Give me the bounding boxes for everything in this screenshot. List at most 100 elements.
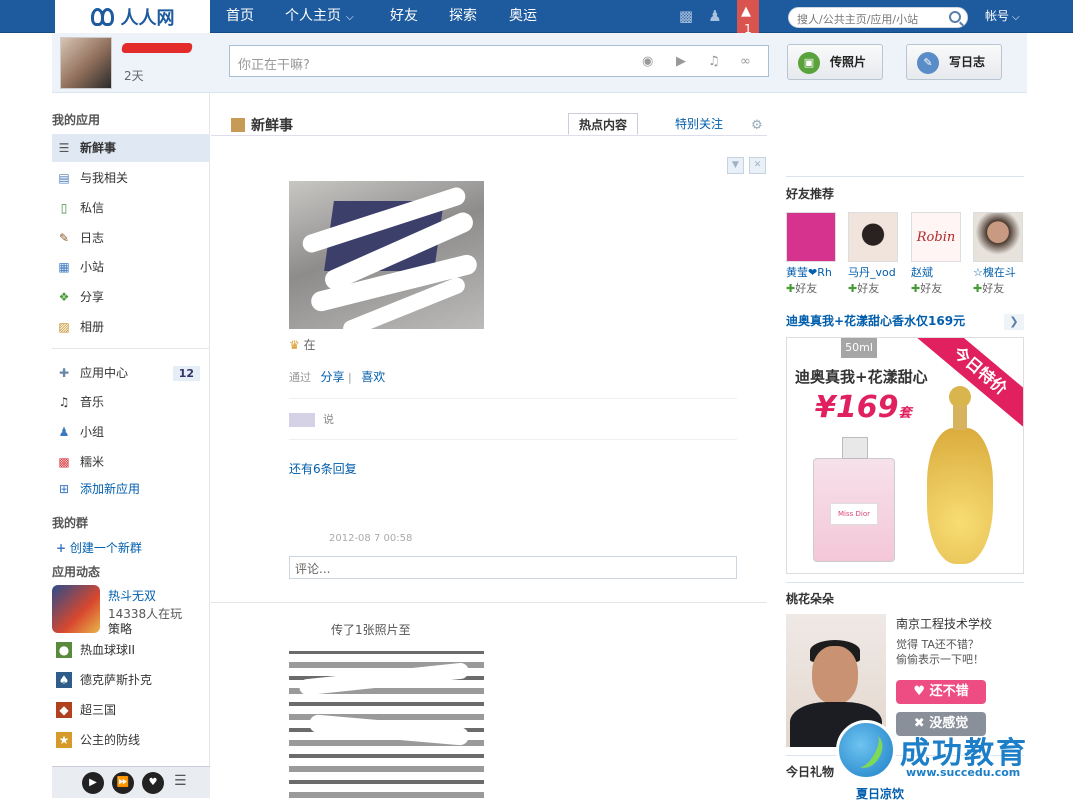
message-icon[interactable]: ▩ xyxy=(676,7,696,25)
publisher-bar: 2天 你正在干嘛? ◉ ▶ ♫ ∞ ▣ 传照片 ✎ 写日志 xyxy=(52,33,1027,93)
music-icon[interactable]: ♫ xyxy=(708,54,720,69)
friend-card[interactable]: ☆槐在斗 ✚好友 xyxy=(973,212,1025,296)
messages-icon: ▯ xyxy=(60,201,68,215)
next-icon[interactable]: ⏩ xyxy=(112,772,134,794)
friend-name[interactable]: 马丹_vod xyxy=(848,264,900,280)
search-input[interactable]: 搜人/公共主页/应用/小站 xyxy=(788,7,968,28)
avatar[interactable]: Robin xyxy=(911,212,961,262)
friend-card[interactable]: 黄莹❤Rh ✚好友 xyxy=(786,212,838,296)
sidebar-item-newsfeed[interactable]: ☰ 新鲜事 xyxy=(52,134,210,162)
divider xyxy=(52,348,210,349)
game-label: 德克萨斯扑克 xyxy=(80,673,153,687)
camera-icon[interactable]: ◉ xyxy=(642,54,653,69)
add-app-label: 添加新应用 xyxy=(80,482,141,496)
ad-ribbon: 今日特价 xyxy=(912,338,1023,431)
sidebar-item-site[interactable]: ▦ 小站 xyxy=(52,253,210,281)
share-link[interactable]: 分享 xyxy=(321,370,345,384)
sidebar-item-album[interactable]: ▨ 相册 xyxy=(52,313,210,341)
game-icon-rdws[interactable] xyxy=(52,585,100,633)
watermark-url: www.succedu.com xyxy=(906,766,1021,779)
ad-banner[interactable]: 50ml 今日特价 迪奥真我+花漾甜心 ¥169套 Miss Dior xyxy=(786,337,1024,574)
post-photo[interactable] xyxy=(289,651,484,798)
friend-name[interactable]: 赵斌 xyxy=(911,264,963,280)
add-friend-button[interactable]: ✚好友 xyxy=(786,280,838,296)
add-friend-button[interactable]: ✚好友 xyxy=(848,280,900,296)
peach-blossom-title: 桃花朵朵 xyxy=(786,592,835,606)
watermark-icon xyxy=(836,720,896,780)
sidebar-item-label: 分享 xyxy=(80,290,105,304)
nav-olympics[interactable]: 奥运 xyxy=(509,0,537,33)
sidebar-item-mentions[interactable]: ▤ 与我相关 xyxy=(52,164,210,192)
game-icon: ● xyxy=(56,642,72,658)
friend-card[interactable]: 马丹_vod ✚好友 xyxy=(848,212,900,296)
close-icon[interactable]: ✕ xyxy=(749,157,766,174)
nav-explore[interactable]: 探索 xyxy=(449,0,477,33)
reply-avatar[interactable] xyxy=(289,413,315,427)
friend-name[interactable]: 黄莹❤Rh xyxy=(786,264,838,280)
plus-icon: ✚ xyxy=(786,282,796,295)
gift-link[interactable]: 夏日凉饮 xyxy=(856,785,904,802)
upload-photo-button[interactable]: ▣ 传照片 xyxy=(787,44,883,80)
comment-input[interactable]: 评论... xyxy=(289,556,737,579)
playlist-icon[interactable]: ☰ xyxy=(174,773,187,789)
write-blog-button[interactable]: ✎ 写日志 xyxy=(906,44,1002,80)
nav-home[interactable]: 首页 xyxy=(226,0,254,33)
post-meta: ♛ 在 xyxy=(289,336,316,353)
game-icon: ◆ xyxy=(56,702,72,718)
status-placeholder: 你正在干嘛? xyxy=(238,58,310,73)
left-sidebar: 我的应用 ☰ 新鲜事 ▤ 与我相关 ▯ 私信 ✎ 日志 ▦ 小站 ❖ 分享 ▨ 相册 ✚ 应用中… xyxy=(52,93,210,798)
sidebar-item-label: 新鲜事 xyxy=(80,141,117,155)
post2-text: 传了1张照片至 xyxy=(331,623,411,637)
plus-icon: + xyxy=(56,541,67,555)
app-center-badge: 12 xyxy=(172,366,200,381)
nav-profile[interactable]: 个人主页 ⌵ xyxy=(285,0,354,33)
avatar[interactable] xyxy=(60,37,112,89)
sidebar-game-2[interactable]: ♠ 德克萨斯扑克 xyxy=(52,666,210,694)
sidebar-item-nuomi[interactable]: ▩ 糯米 xyxy=(52,448,210,476)
more-replies-link[interactable]: 还有6条回复 xyxy=(289,460,357,477)
like-match-button[interactable]: ♥ 还不错 xyxy=(896,680,986,704)
link-icon[interactable]: ∞ xyxy=(740,54,751,69)
sidebar-item-blog[interactable]: ✎ 日志 xyxy=(52,224,210,252)
avatar[interactable] xyxy=(973,212,1023,262)
like-link[interactable]: 喜欢 xyxy=(361,370,385,384)
ad-size-tag: 50ml xyxy=(841,338,877,358)
play-icon[interactable]: ▶ xyxy=(82,772,104,794)
sidebar-game-4[interactable]: ★ 公主的防线 xyxy=(52,726,210,754)
sidebar-item-music[interactable]: ♫ 音乐 xyxy=(52,388,210,416)
sidebar-item-messages[interactable]: ▯ 私信 xyxy=(52,194,210,222)
account-menu[interactable]: 帐号 ⌵ xyxy=(985,0,1020,34)
avatar[interactable] xyxy=(786,212,836,262)
sidebar-item-groups[interactable]: ♟ 小组 xyxy=(52,418,210,446)
tab-special-follow[interactable]: 特别关注 xyxy=(665,113,733,135)
status-input[interactable]: 你正在干嘛? ◉ ▶ ♫ ∞ xyxy=(229,45,769,77)
add-app-link[interactable]: ⊞ 添加新应用 xyxy=(52,475,210,503)
avatar[interactable] xyxy=(848,212,898,262)
collapse-icon[interactable]: ▼ xyxy=(727,157,744,174)
post-photo[interactable] xyxy=(289,181,484,329)
tab-hot-content[interactable]: 热点内容 xyxy=(568,113,639,135)
featured-game-name[interactable]: 热斗无双 xyxy=(108,587,156,604)
nav-friends[interactable]: 好友 xyxy=(390,0,418,33)
sidebar-item-share[interactable]: ❖ 分享 xyxy=(52,283,210,311)
ad-price-unit: 套 xyxy=(898,406,912,421)
friend-card[interactable]: Robin 赵斌 ✚好友 xyxy=(911,212,963,296)
reply-text: 说 xyxy=(323,413,334,426)
create-group-link[interactable]: + 创建一个新群 xyxy=(56,539,142,556)
renren-logo[interactable]: 人人网 xyxy=(55,0,210,33)
ad-title-link[interactable]: 迪奥真我+花漾甜心香水仅169元 xyxy=(786,312,965,329)
sidebar-game-1[interactable]: ● 热血球球II xyxy=(52,636,210,664)
video-icon[interactable]: ▶ xyxy=(676,54,686,69)
like-song-icon[interactable]: ♥ xyxy=(142,772,164,794)
feed-title: 新鲜事 xyxy=(231,115,293,135)
friend-name[interactable]: ☆槐在斗 xyxy=(973,264,1025,280)
sidebar-item-app-center[interactable]: ✚ 应用中心 12 xyxy=(52,359,210,387)
sidebar-item-label: 糯米 xyxy=(80,455,105,469)
friend-request-icon[interactable]: ♟ xyxy=(705,7,725,25)
sidebar-game-3[interactable]: ◆ 超三国 xyxy=(52,696,210,724)
search-icon[interactable] xyxy=(949,11,961,23)
add-friend-button[interactable]: ✚好友 xyxy=(911,280,963,296)
chevron-right-icon[interactable]: ❯ xyxy=(1004,314,1024,330)
gear-icon[interactable]: ⚙ xyxy=(751,118,763,133)
add-friend-button[interactable]: ✚好友 xyxy=(973,280,1025,296)
